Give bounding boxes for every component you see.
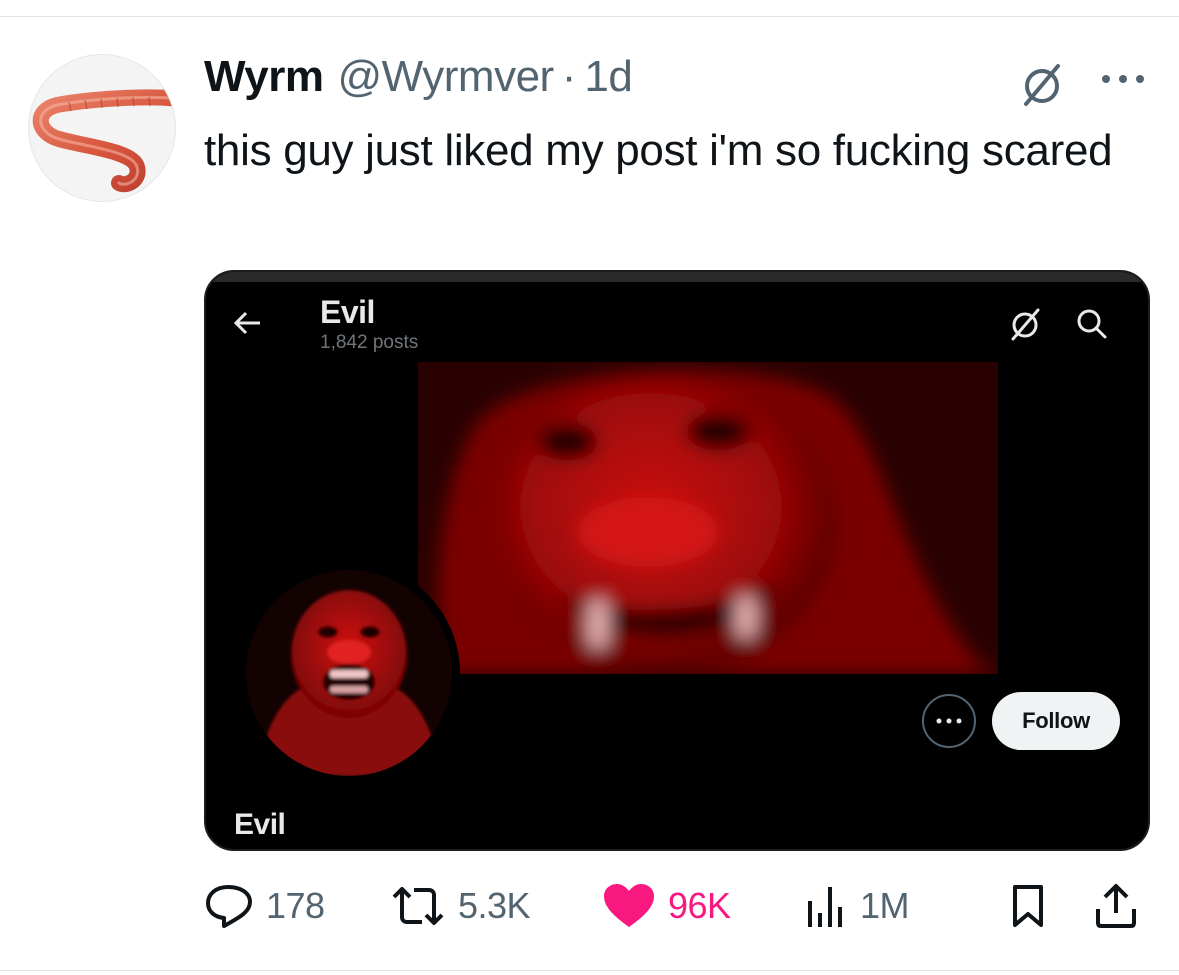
profile-avatar-frame [238, 562, 460, 784]
header-separator: · [561, 52, 577, 101]
back-arrow-icon [232, 308, 264, 338]
repost-button[interactable]: 5.3K [390, 878, 531, 934]
heart-icon [604, 884, 654, 927]
screenshot-top-edge [206, 272, 1148, 282]
author-handle[interactable]: @Wyrmver [337, 52, 554, 102]
like-button[interactable]: 96K [602, 878, 731, 934]
repost-count: 5.3K [458, 885, 531, 926]
red-monkey-banner [418, 362, 998, 674]
share-icon [1096, 884, 1136, 928]
author-avatar[interactable] [28, 54, 176, 202]
grok-icon[interactable] [1016, 60, 1072, 108]
profile-title: Evil [320, 294, 375, 330]
reply-button[interactable]: 178 [204, 878, 325, 934]
author-name[interactable]: Wyrm [204, 52, 324, 102]
top-divider [0, 16, 1179, 17]
grok-icon [1006, 306, 1046, 342]
more-horizontal-icon[interactable] [1096, 62, 1150, 96]
reply-icon [206, 885, 252, 928]
profile-more-button [922, 694, 976, 748]
views-chart-icon [808, 887, 842, 927]
post-time[interactable]: 1d [584, 52, 632, 102]
share-button[interactable] [1094, 878, 1138, 934]
follow-button: Follow [992, 692, 1120, 750]
tweet-actions: 178 5.3K 96K 1M [204, 878, 1150, 934]
tweet-header: Wyrm @Wyrmver · 1d [204, 52, 633, 108]
tweet-text: this guy just liked my post i'm so fucki… [204, 126, 1113, 175]
reply-count: 178 [266, 885, 325, 926]
earthworm-icon [32, 89, 175, 193]
search-icon [1074, 306, 1110, 342]
more-horizontal-icon [936, 718, 962, 724]
like-count: 96K [668, 885, 731, 926]
bottom-divider [0, 970, 1179, 971]
bookmark-icon [1013, 885, 1043, 927]
profile-post-count: 1,842 posts [320, 332, 419, 353]
embedded-profile-screenshot[interactable]: Evil 1,842 posts Follow Evil [204, 270, 1150, 851]
views-count: 1M [860, 885, 910, 926]
repost-icon [392, 887, 444, 925]
profile-display-name: Evil [234, 808, 286, 841]
bookmark-button[interactable] [1010, 878, 1046, 934]
views-button[interactable]: 1M [804, 878, 910, 934]
red-monkey-avatar [246, 570, 452, 776]
